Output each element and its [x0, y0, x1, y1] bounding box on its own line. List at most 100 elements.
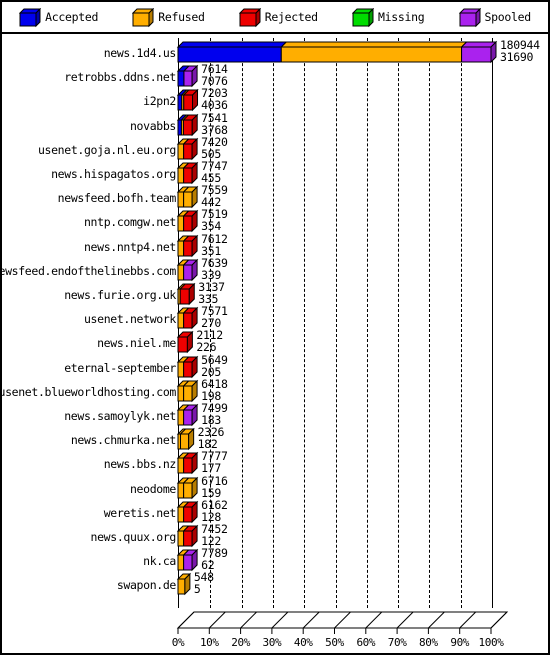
row-value-primary: 6716 [201, 473, 228, 488]
x-tick-label: 30% [262, 636, 282, 649]
row-values: 7559 442 [201, 184, 228, 208]
row-label: news.bbs.nz [103, 457, 177, 472]
row-value-secondary: 122 [201, 534, 221, 548]
chart-row: nk.ca 7789 62 [2, 547, 548, 573]
row-values: 548 5 [194, 571, 214, 595]
x-tick-label: 90% [450, 636, 470, 649]
cube-icon [132, 7, 155, 28]
row-value-secondary: 62 [201, 558, 215, 573]
legend-item-refused: Refused [132, 7, 205, 28]
legend-label: Refused [158, 10, 205, 24]
chart-row: nntp.comgw.net 7519 354 [2, 208, 548, 233]
row-values: 7499 183 [201, 402, 228, 426]
x-tick-label: 20% [231, 636, 250, 649]
chart-row: news.nntp4.net 7612 351 [2, 231, 548, 258]
row-label: news.quux.org [90, 530, 177, 544]
legend-label: Accepted [45, 10, 99, 24]
row-values: 5649 205 [201, 354, 228, 378]
row-value-secondary: 177 [201, 461, 221, 476]
row-label: novabbs [129, 118, 176, 133]
legend-item-rejected: Rejected [238, 7, 318, 28]
row-values: 2326 182 [198, 426, 225, 450]
x-tick-label: 10% [199, 636, 219, 649]
chart-page: Accepted Refused Rejected Missing Spooled ne… [0, 0, 550, 655]
chart-row: news.quux.org 7452 122 [2, 523, 548, 548]
row-label: neodome [129, 481, 176, 496]
row-value-secondary: 3768 [201, 122, 228, 137]
row-value-secondary: 7076 [201, 74, 228, 89]
chart-row: newsfeed.endofthelinebbs.com 7639 339 [0, 255, 548, 282]
row-label: i2pn2 [143, 94, 176, 109]
row-values: 6418 198 [201, 378, 228, 402]
legend-item-missing: Missing [351, 7, 425, 28]
row-values: 7420 505 [201, 136, 228, 160]
row-label: retrobbs.ddns.net [64, 70, 176, 85]
row-value-secondary: 455 [201, 171, 221, 185]
chart-row: news.hispagatos.org 7747 455 [2, 160, 548, 185]
chart-row: usenet.goja.nl.eu.org 7420 505 [2, 136, 548, 161]
x-tick-label: 100% [478, 636, 504, 649]
legend-label: Rejected [264, 10, 318, 24]
row-value-primary: 7612 [201, 231, 228, 246]
chart-row: retrobbs.ddns.net 7614 7076 [2, 63, 548, 88]
row-label: weretis.net [103, 505, 177, 520]
row-label: newsfeed.endofthelinebbs.com [0, 263, 176, 278]
row-label: nk.ca [143, 554, 176, 569]
row-values: 180944 31690 [500, 39, 540, 63]
cube-icon [18, 7, 42, 28]
row-label: usenet.blueworldhosting.com [0, 384, 176, 399]
row-value-primary: 5649 [201, 352, 228, 367]
chart-legend: Accepted Refused Rejected Missing Spooled [2, 2, 548, 34]
chart-row: novabbs 7541 3768 [2, 112, 548, 137]
row-value-secondary: 270 [201, 316, 221, 331]
chart-row: newsfeed.bofh.team 7559 442 [2, 184, 548, 209]
row-values: 7541 3768 [201, 112, 228, 136]
row-value-secondary: 505 [201, 146, 221, 161]
chart-row: news.niel.me 2112 226 [2, 329, 548, 354]
row-values: 7519 354 [201, 208, 228, 232]
row-value-primary: 7541 [201, 110, 228, 125]
chart-row: eternal-september 5649 205 [2, 354, 548, 379]
row-label: usenet.network [83, 312, 176, 327]
row-label: newsfeed.bofh.team [57, 191, 177, 206]
row-value-secondary: 31690 [500, 50, 534, 64]
row-label: swapon.de [116, 578, 177, 593]
cube-icon [238, 7, 262, 28]
legend-item-accepted: Accepted [18, 7, 99, 28]
row-label: news.niel.me [97, 336, 176, 351]
chart-row: weretis.net 6162 128 [2, 497, 548, 524]
row-value-secondary: 4036 [201, 98, 228, 113]
row-value-secondary: 182 [197, 437, 218, 452]
chart-row: i2pn2 7203 4036 [2, 87, 548, 112]
row-values: 7452 122 [201, 523, 228, 547]
row-value-primary: 7639 [201, 255, 228, 270]
row-values: 7614 7076 [201, 63, 228, 87]
row-values: 7203 4036 [201, 87, 228, 111]
row-value-secondary: 226 [196, 340, 217, 355]
row-values: 7571 270 [201, 305, 228, 329]
x-tick-label: 70% [387, 636, 407, 649]
row-value-secondary: 5 [193, 582, 201, 597]
row-label: news.chmurka.net [70, 433, 177, 448]
cube-icon [458, 7, 481, 28]
chart-row: news.1d4.us 180944 31690 [2, 39, 548, 64]
row-label: nntp.comgw.net [83, 215, 176, 230]
row-value-secondary: 183 [201, 413, 221, 427]
row-value-secondary: 442 [201, 195, 221, 210]
row-value-primary: 7420 [201, 134, 228, 149]
row-values: 7777 177 [201, 450, 228, 474]
row-value-secondary: 335 [198, 292, 219, 306]
x-axis-ticks: 0% 10% 20% 30% 40% 50% 60% 70% 80% 90% 100% [172, 636, 528, 652]
row-values: 2112 226 [196, 329, 223, 353]
row-label: news.furie.org.uk [64, 288, 176, 302]
row-value-secondary: 205 [201, 364, 221, 379]
row-value-primary: 6162 [201, 497, 228, 512]
row-value-secondary: 159 [201, 485, 221, 500]
row-values: 6716 159 [201, 475, 228, 499]
cube-icon [351, 7, 375, 28]
legend-label: Spooled [484, 10, 532, 24]
row-value-secondary: 354 [201, 219, 221, 234]
chart-row: swapon.de 548 5 [2, 571, 548, 596]
x-tick-label: 80% [419, 636, 438, 649]
row-value-secondary: 351 [201, 243, 221, 258]
